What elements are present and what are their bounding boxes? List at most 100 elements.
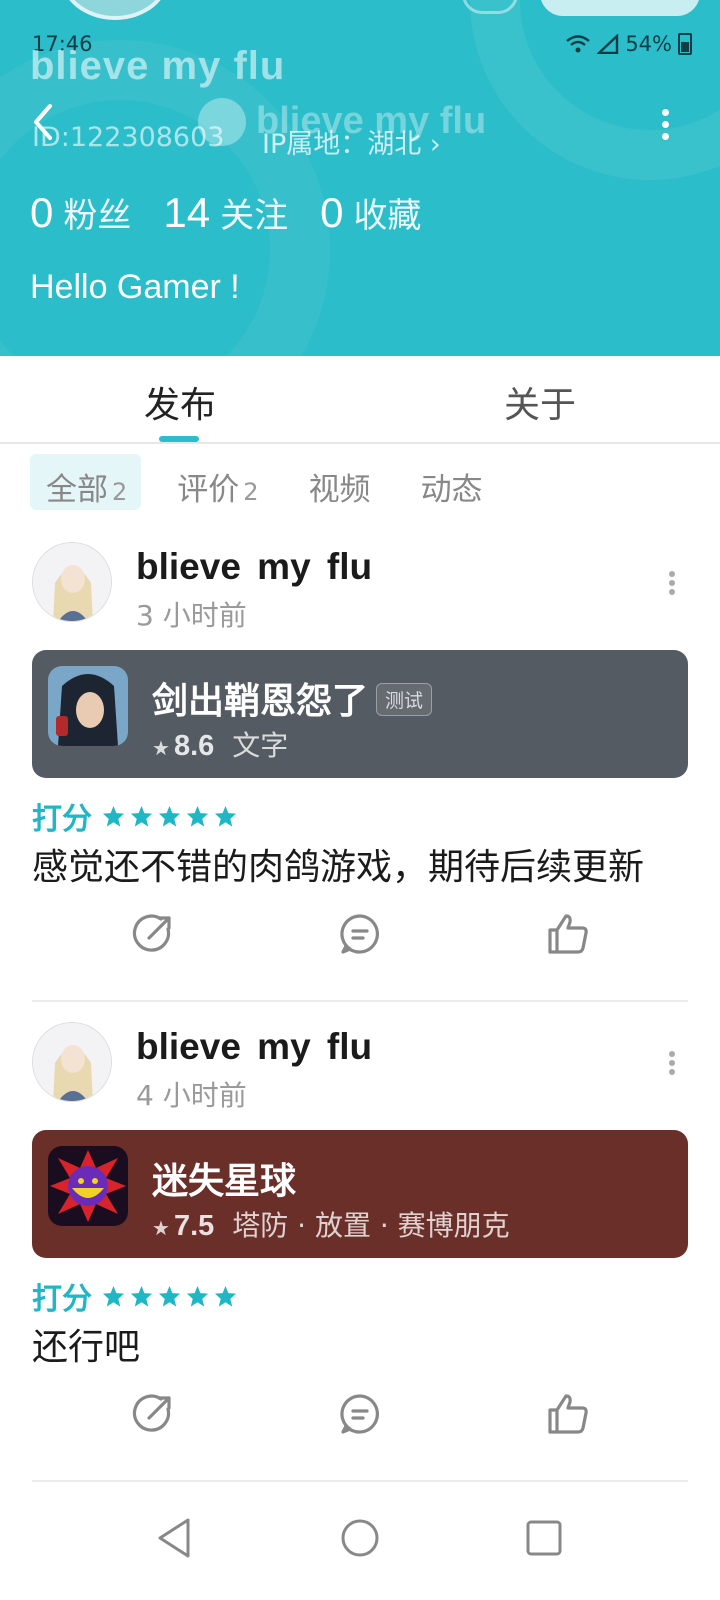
square-recents-icon <box>526 1520 562 1556</box>
post-time: 4 小时前 <box>136 1079 247 1112</box>
post-username[interactable]: blieve my flu <box>136 1026 372 1068</box>
rating-label: 打分 <box>32 1282 92 1317</box>
game-icon <box>48 1146 128 1226</box>
circle-home-icon <box>341 1519 379 1557</box>
stat-label: 关注 <box>220 196 289 236</box>
filter-videos[interactable]: 视频 <box>293 454 385 510</box>
more-icon <box>661 109 669 116</box>
game-card[interactable]: 剑出鞘恩怨了 测试 ★ 8.6 文字 <box>32 650 688 778</box>
battery-icon <box>678 33 692 55</box>
filter-reviews[interactable]: 评价 2 <box>161 454 272 510</box>
nav-back-button[interactable] <box>148 1510 204 1566</box>
tab-posts[interactable]: 发布 <box>144 376 216 428</box>
more-options-button[interactable] <box>650 104 680 144</box>
game-title: 剑出鞘恩怨了 <box>152 681 369 722</box>
post-time: 3 小时前 <box>136 599 247 632</box>
star-icon <box>130 805 153 827</box>
profile-header: 17:46 54% blieve my flu blieve my flu ID… <box>0 0 720 356</box>
star-icon <box>214 1285 237 1307</box>
star-icon: ★ <box>152 1216 170 1240</box>
nav-home-button[interactable] <box>332 1510 388 1566</box>
status-icons: 54% <box>565 32 692 56</box>
star-icon <box>102 805 125 827</box>
comment-icon <box>340 914 379 954</box>
more-icon-dot <box>669 1069 675 1075</box>
filter-all[interactable]: 全部 2 <box>30 454 142 510</box>
comment-button[interactable] <box>338 1392 382 1436</box>
filter-count: 2 <box>112 478 128 506</box>
game-genres: 塔防 · 放置 · 赛博朋克 <box>232 1209 510 1242</box>
star-icon <box>186 1285 209 1307</box>
wifi-icon <box>566 35 591 53</box>
filter-label: 评价 <box>177 472 240 508</box>
profile-username: blieve my flu <box>30 44 286 88</box>
game-icon-image <box>48 666 128 746</box>
avatar-image <box>33 1023 111 1101</box>
post-filters: 全部 2 评价 2 视频 动态 <box>30 454 517 510</box>
post-more-button[interactable] <box>662 1048 682 1078</box>
game-meta: ★ 7.5 塔防 · 放置 · 赛博朋克 <box>152 1204 510 1244</box>
favorites-stat[interactable]: 0 收藏 <box>320 188 421 237</box>
rating-label: 打分 <box>32 802 92 837</box>
thumbs-up-icon <box>548 1394 588 1434</box>
avatar[interactable] <box>32 542 112 622</box>
game-genres: 文字 <box>232 729 289 762</box>
game-name: 剑出鞘恩怨了 测试 <box>152 672 433 724</box>
post-more-button[interactable] <box>662 568 682 598</box>
more-icon <box>669 571 675 577</box>
share-button[interactable] <box>131 1392 175 1436</box>
game-icon <box>48 666 128 746</box>
post-divider <box>32 1000 688 1002</box>
following-stat[interactable]: 14 关注 <box>163 188 288 237</box>
nav-recents-button[interactable] <box>516 1510 572 1566</box>
ip-location[interactable]: IP属地：湖北 › <box>262 122 441 161</box>
post-username[interactable]: blieve my flu <box>136 546 372 588</box>
followers-stat[interactable]: 0 粉丝 <box>30 188 131 237</box>
more-icon <box>669 1051 675 1057</box>
user-id: ID:122308603 <box>32 122 225 153</box>
star-icon <box>158 805 181 827</box>
game-meta: ★ 8.6 文字 <box>152 724 288 764</box>
filter-label: 视频 <box>308 472 371 508</box>
stat-number: 0 <box>30 189 54 236</box>
more-icon-dot <box>669 589 675 595</box>
share-button[interactable] <box>131 912 175 956</box>
game-icon-image <box>48 1146 128 1226</box>
post-actions <box>0 912 720 972</box>
star-icon <box>158 1285 181 1307</box>
game-card[interactable]: 迷失星球 ★ 7.5 塔防 · 放置 · 赛博朋克 <box>32 1130 688 1258</box>
comment-button[interactable] <box>338 912 382 956</box>
more-icon-dot <box>669 580 675 586</box>
share-icon <box>132 1394 171 1432</box>
game-name: 迷失星球 <box>152 1152 296 1204</box>
post-actions <box>0 1392 720 1452</box>
post-rating: 打分 <box>32 794 237 838</box>
triangle-back-icon <box>158 1518 190 1558</box>
signal-icon <box>597 34 619 54</box>
rating-stars <box>102 1285 237 1308</box>
filter-moments[interactable]: 动态 <box>405 454 497 510</box>
like-button[interactable] <box>546 912 590 956</box>
more-icon-dot <box>661 133 669 140</box>
avatar[interactable] <box>32 1022 112 1102</box>
stat-label: 粉丝 <box>63 196 132 236</box>
filter-label: 动态 <box>420 472 483 508</box>
tab-about[interactable]: 关于 <box>504 376 576 428</box>
like-button[interactable] <box>546 1392 590 1436</box>
game-score: 8.6 <box>173 730 215 762</box>
star-icon <box>130 1285 153 1307</box>
comment-icon <box>340 1394 379 1434</box>
review-text[interactable]: 还行吧 <box>32 1318 140 1370</box>
tab-indicator <box>159 436 199 442</box>
post-divider <box>32 1480 688 1482</box>
profile-avatar[interactable] <box>60 0 170 20</box>
stat-number: 14 <box>163 189 211 236</box>
review-text[interactable]: 感觉还不错的肉鸽游戏，期待后续更新 <box>32 838 644 890</box>
follow-button[interactable] <box>540 0 700 16</box>
game-score: 7.5 <box>173 1210 215 1242</box>
rating-stars <box>102 805 237 828</box>
stat-label: 收藏 <box>353 196 422 236</box>
profile-stats: 0 粉丝 14 关注 0 收藏 <box>30 188 453 237</box>
battery-percent: 54% <box>625 32 672 56</box>
more-icon-dot <box>669 1060 675 1066</box>
